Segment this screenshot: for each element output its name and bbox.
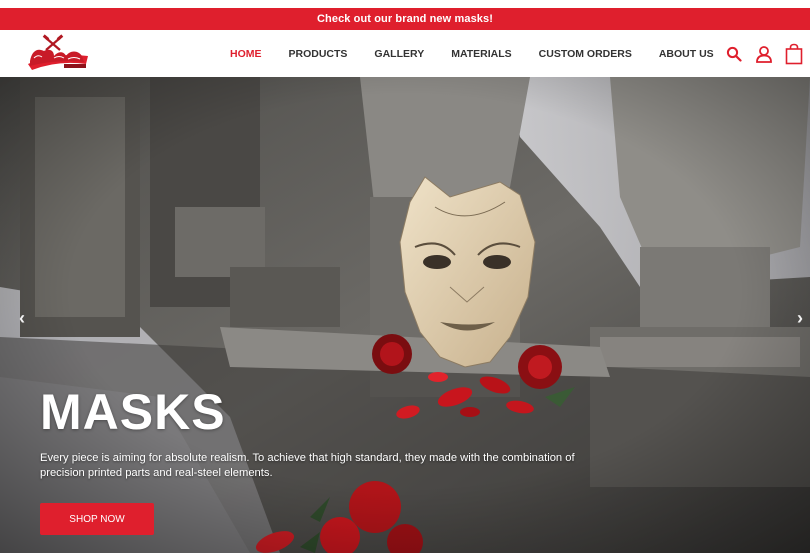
announcement-text[interactable]: Check out our brand new masks! (317, 13, 493, 25)
page-top-margin (0, 0, 810, 8)
slider-prev-arrow[interactable]: ‹ (14, 306, 30, 330)
nav-custom-orders[interactable]: CUSTOM ORDERS (539, 48, 632, 60)
header-actions (714, 30, 804, 77)
site-header: HOME PRODUCTS GALLERY MATERIALS CUSTOM O… (0, 30, 810, 77)
main-nav: HOME PRODUCTS GALLERY MATERIALS CUSTOM O… (230, 30, 741, 77)
cart-icon[interactable] (784, 43, 804, 65)
nav-gallery[interactable]: GALLERY (374, 48, 424, 60)
nav-home[interactable]: HOME (230, 48, 262, 60)
hero-slider: ‹ › MASKS Every piece is aiming for abso… (0, 77, 810, 553)
nav-products[interactable]: PRODUCTS (289, 48, 348, 60)
announcement-bar[interactable]: Check out our brand new masks! (0, 8, 810, 30)
nav-about-us[interactable]: ABOUT US (659, 48, 714, 60)
nav-materials[interactable]: MATERIALS (451, 48, 511, 60)
shop-now-button[interactable]: SHOP NOW (40, 503, 154, 535)
brand-logo-graphic (28, 34, 88, 70)
brand-logo[interactable] (24, 34, 92, 74)
slider-next-arrow[interactable]: › (792, 306, 808, 330)
hero-title: MASKS (40, 384, 226, 440)
user-icon[interactable] (754, 43, 774, 65)
search-icon[interactable] (724, 43, 744, 65)
hero-image (0, 77, 810, 553)
hero-description: Every piece is aiming for absolute reali… (40, 452, 575, 479)
